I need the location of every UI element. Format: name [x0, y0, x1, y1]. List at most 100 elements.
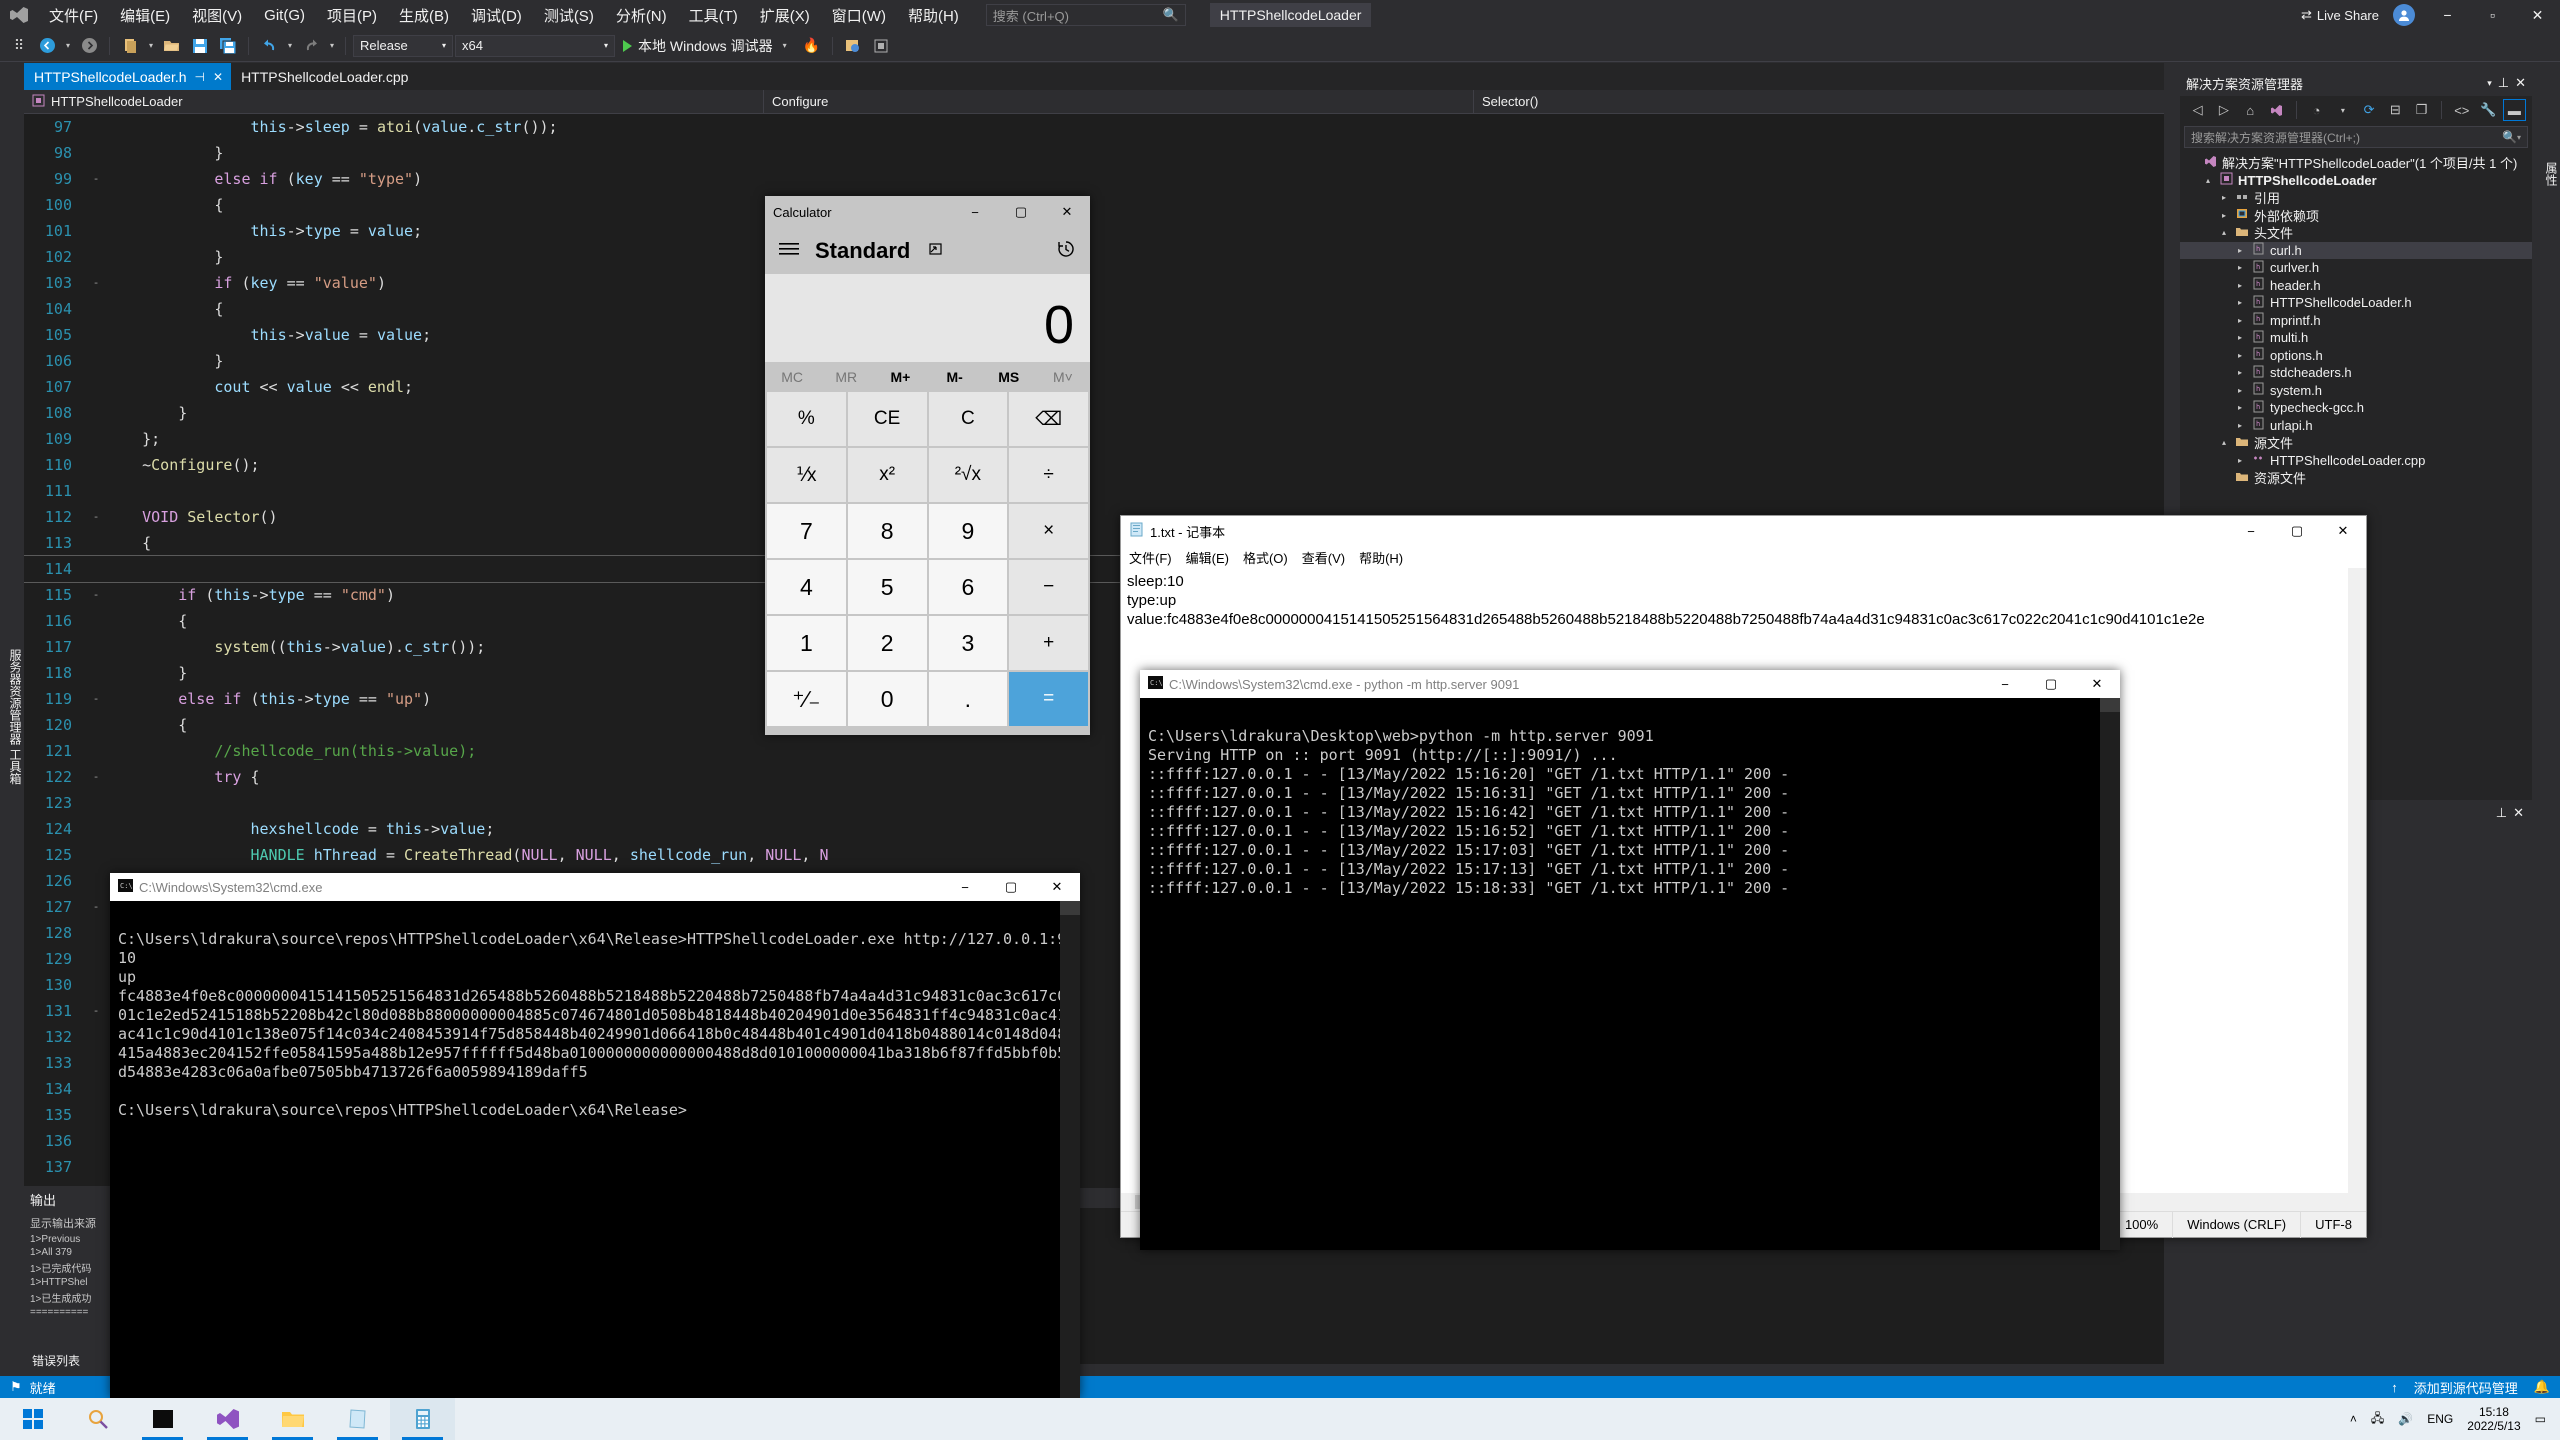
calculator-minimize-button[interactable]: − [952, 197, 998, 227]
fold-toggle[interactable] [86, 1024, 106, 1050]
fold-toggle[interactable] [86, 140, 106, 166]
calc-button-x[interactable]: . [929, 672, 1008, 726]
menu-test[interactable]: 测试(S) [533, 1, 605, 30]
solution-configuration-combo[interactable]: Release ▾ [353, 35, 453, 57]
fold-toggle[interactable] [86, 400, 106, 426]
tree-expander-icon[interactable]: ▸ [2234, 316, 2246, 325]
calc-button-xxx[interactable]: ⁺∕₋ [767, 672, 846, 726]
taskbar-cmd-icon[interactable] [130, 1398, 195, 1440]
solution-tree-item[interactable]: ▸hcurl.h [2180, 242, 2532, 260]
tree-expander-icon[interactable]: ▸ [2234, 351, 2246, 360]
menu-edit[interactable]: 编辑(E) [109, 1, 181, 30]
cmd-loader-scrollbar[interactable] [1060, 901, 1080, 1398]
cmd-server-output[interactable]: C:\Users\ldrakura\Desktop\web>python -m … [1140, 698, 2120, 908]
fold-toggle[interactable] [86, 114, 106, 140]
menu-view[interactable]: 视图(V) [181, 1, 253, 30]
menu-tools[interactable]: 工具(T) [678, 1, 749, 30]
fold-toggle[interactable]: - [86, 270, 106, 296]
notepad-minimize-button[interactable]: − [2228, 516, 2274, 546]
cmd-loader-close-button[interactable]: ✕ [1034, 872, 1080, 902]
solution-tree-item[interactable]: 解决方案"HTTPShellcodeLoader"(1 个项目/共 1 个) [2180, 154, 2532, 172]
tray-language-label[interactable]: ENG [2427, 1412, 2453, 1426]
tree-expander-icon[interactable]: ▸ [2234, 281, 2246, 290]
search-icon[interactable] [65, 1398, 130, 1440]
fold-toggle[interactable] [86, 374, 106, 400]
fold-toggle[interactable] [86, 608, 106, 634]
calc-button-6[interactable]: 6 [929, 560, 1008, 614]
fold-toggle[interactable] [86, 1154, 106, 1180]
nav-scope-dropdown[interactable]: Configure [764, 90, 836, 114]
nav-member-dropdown[interactable]: Selector() [1474, 90, 1546, 114]
notepad-menu-format[interactable]: 格式(O) [1243, 548, 1288, 567]
solution-tree-item[interactable]: ▴HTTPShellcodeLoader [2180, 172, 2532, 190]
menu-debug[interactable]: 调试(D) [460, 1, 533, 30]
solution-tree-item[interactable]: ▸hmprintf.h [2180, 312, 2532, 330]
cmd-server-close-button[interactable]: ✕ [2074, 669, 2120, 699]
fold-toggle[interactable] [86, 920, 106, 946]
cmd-loader-maximize-button[interactable]: ▢ [988, 872, 1034, 902]
calc-button-xx[interactable]: ⅟x [767, 448, 846, 502]
save-all-icon[interactable] [215, 34, 241, 58]
solution-explorer-search[interactable]: 搜索解决方案资源管理器(Ctrl+;) 🔍 ▾ [2184, 126, 2528, 148]
tree-expander-icon[interactable]: ▸ [2234, 368, 2246, 377]
history-icon[interactable] [1056, 239, 1076, 264]
calculator-title-bar[interactable]: Calculator − ▢ ✕ [765, 196, 1090, 228]
home-icon[interactable]: ⌂ [2239, 99, 2262, 121]
tab-httpshellcodeloader-h[interactable]: HTTPShellcodeLoader.h ⊣ ✕ [24, 63, 231, 90]
menu-project[interactable]: 项目(P) [316, 1, 388, 30]
menu-git[interactable]: Git(G) [253, 3, 316, 28]
fold-toggle[interactable] [86, 218, 106, 244]
back-icon[interactable]: ◁ [2186, 99, 2209, 121]
solution-tree-item[interactable]: ▸hHTTPShellcodeLoader.h [2180, 294, 2532, 312]
fold-toggle[interactable] [86, 738, 106, 764]
notepad-title-bar[interactable]: 1.txt - 记事本 − ▢ ✕ [1121, 516, 2366, 546]
tree-expander-icon[interactable]: ▸ [2218, 211, 2230, 220]
taskbar-calculator-icon[interactable] [390, 1398, 455, 1440]
fold-toggle[interactable] [86, 348, 106, 374]
close-button[interactable]: ✕ [2515, 0, 2560, 30]
taskbar-visual-studio-icon[interactable] [195, 1398, 260, 1440]
navigate-back-button[interactable] [34, 34, 60, 58]
fold-toggle[interactable] [86, 426, 106, 452]
view-code-icon[interactable]: <> [2450, 99, 2473, 121]
fold-toggle[interactable] [86, 712, 106, 738]
tree-expander-icon[interactable]: ▸ [2234, 246, 2246, 255]
fold-toggle[interactable] [86, 1076, 106, 1102]
close-panel-icon[interactable]: ✕ [2515, 75, 2526, 91]
open-file-icon[interactable] [159, 34, 185, 58]
fold-toggle[interactable] [86, 972, 106, 998]
start-debugging-dropdown-icon[interactable]: ▾ [779, 41, 791, 50]
taskbar-clock[interactable]: 15:18 2022/5/13 [2467, 1405, 2520, 1433]
notepad-maximize-button[interactable]: ▢ [2274, 516, 2320, 546]
undo-icon[interactable] [256, 34, 282, 58]
fold-toggle[interactable] [86, 478, 106, 504]
calc-button-x[interactable]: ⌫ [1009, 392, 1088, 446]
calculator-close-button[interactable]: ✕ [1044, 197, 1090, 227]
tab-httpshellcodeloader-cpp[interactable]: HTTPShellcodeLoader.cpp [231, 63, 416, 90]
fold-toggle[interactable]: - [86, 764, 106, 790]
fold-toggle[interactable]: - [86, 894, 106, 920]
properties-icon[interactable]: 🔧 [2476, 99, 2499, 121]
new-project-dropdown-icon[interactable]: ▾ [145, 41, 157, 50]
cmd-server-minimize-button[interactable]: − [1982, 669, 2028, 699]
solution-tree-item[interactable]: ▸hoptions.h [2180, 347, 2532, 365]
solution-tree-item[interactable]: ▸hmulti.h [2180, 329, 2532, 347]
keep-on-top-icon[interactable] [926, 240, 944, 263]
preview-selected-icon[interactable]: ▬ [2503, 99, 2526, 121]
calc-button-5[interactable]: 5 [848, 560, 927, 614]
fold-toggle[interactable] [86, 842, 106, 868]
start-button[interactable] [0, 1398, 65, 1440]
calc-button-x[interactable]: × [1009, 504, 1088, 558]
cmd-server-title-bar[interactable]: C:\ C:\Windows\System32\cmd.exe - python… [1140, 670, 2120, 698]
redo-icon[interactable] [298, 34, 324, 58]
te-close-icon[interactable]: ✕ [2513, 805, 2524, 821]
tree-expander-icon[interactable]: ▸ [2234, 386, 2246, 395]
new-project-icon[interactable] [117, 34, 143, 58]
solution-icon[interactable] [2265, 99, 2288, 121]
left-tool-rail[interactable]: 服务器资源管理器 工具箱 [0, 63, 24, 1363]
memory-button-M[interactable]: M+ [873, 362, 927, 392]
solution-tree-item[interactable]: ▸htypecheck-gcc.h [2180, 399, 2532, 417]
forward-icon[interactable]: ▷ [2212, 99, 2235, 121]
tree-expander-icon[interactable]: ▸ [2234, 333, 2246, 342]
minimize-button[interactable]: − [2425, 0, 2470, 30]
